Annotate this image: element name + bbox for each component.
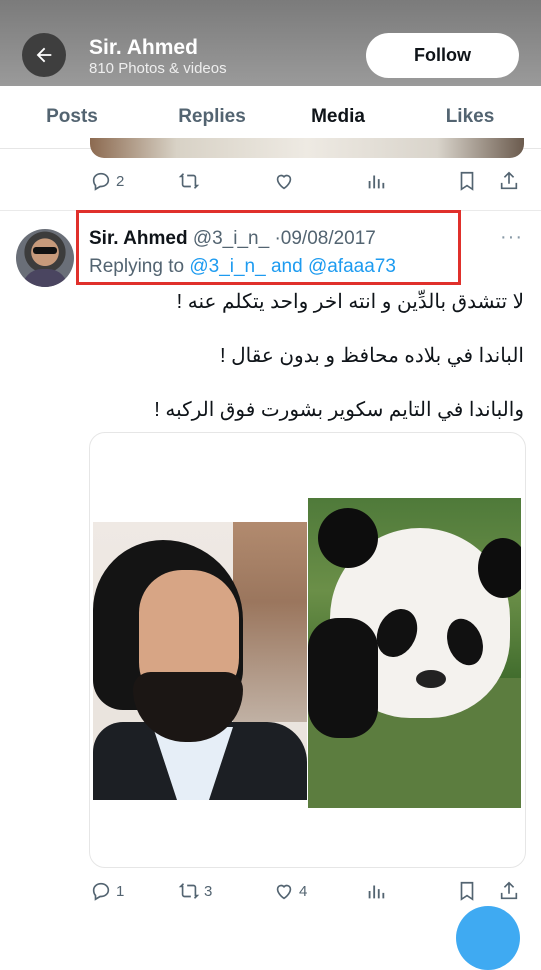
bookmark-icon [460, 881, 474, 901]
retweet-count: 3 [204, 882, 213, 900]
share-button[interactable] [498, 166, 520, 196]
compose-fab-button[interactable] [456, 906, 520, 970]
retweet-button[interactable]: 3 [178, 876, 212, 906]
reply-icon [92, 172, 110, 191]
back-button[interactable] [22, 33, 66, 77]
share-icon [500, 881, 518, 900]
retweet-button[interactable] [178, 166, 200, 196]
reply-count: 2 [116, 172, 125, 190]
avatar[interactable] [16, 229, 74, 287]
highlight-annotation [76, 210, 461, 285]
avatar-shirt [22, 269, 68, 287]
tweet-text-line-1: لا تتشدق بالدِّين و انته اخر واحد يتكلم … [176, 291, 524, 313]
panda-nose [416, 670, 446, 688]
bookmark-button[interactable] [456, 166, 478, 196]
like-icon [276, 884, 292, 900]
previous-tweet-actions: 2 [0, 166, 541, 196]
tweet-text-line-3: والباندا في التايم سكوير بشورت فوق الركب… [154, 399, 524, 421]
bookmark-button[interactable] [456, 876, 478, 906]
reply-count: 1 [116, 882, 125, 900]
reply-icon [92, 882, 110, 901]
panda-right-ear [478, 538, 521, 598]
bookmark-icon [460, 171, 474, 191]
views-button[interactable] [365, 166, 387, 196]
like-count: 4 [299, 882, 308, 900]
views-button[interactable] [365, 876, 387, 906]
profile-header: Sir. Ahmed 810 Photos & videos Follow [0, 0, 541, 86]
like-icon [276, 174, 292, 190]
share-button[interactable] [498, 876, 520, 906]
header-profile-name: Sir. Ahmed [89, 36, 198, 59]
man-photo [93, 522, 307, 800]
follow-button[interactable]: Follow [366, 33, 519, 78]
tweet-text-line-2: الباندا في بلاده محافظ و بدون عقال ! [220, 345, 524, 367]
tweet-media-image[interactable] [89, 432, 526, 868]
reply-button[interactable]: 2 [90, 166, 124, 196]
back-arrow-icon [36, 47, 52, 63]
more-options-button[interactable]: ··· [500, 226, 523, 249]
like-button[interactable] [273, 166, 295, 196]
share-icon [500, 171, 518, 190]
tweet-actions: 1 3 4 [0, 876, 541, 906]
avatar-glasses [33, 247, 57, 254]
panda-paw [308, 618, 378, 738]
header-media-count: 810 Photos & videos [89, 60, 227, 77]
background-building [233, 522, 307, 722]
retweet-icon [178, 883, 200, 899]
panda-left-ear [318, 508, 378, 568]
retweet-icon [178, 173, 200, 189]
views-icon [368, 885, 385, 899]
reply-button[interactable]: 1 [90, 876, 124, 906]
like-button[interactable]: 4 [273, 876, 307, 906]
previous-tweet-image[interactable] [90, 138, 524, 158]
panda-photo [308, 498, 521, 808]
views-icon [368, 175, 385, 189]
